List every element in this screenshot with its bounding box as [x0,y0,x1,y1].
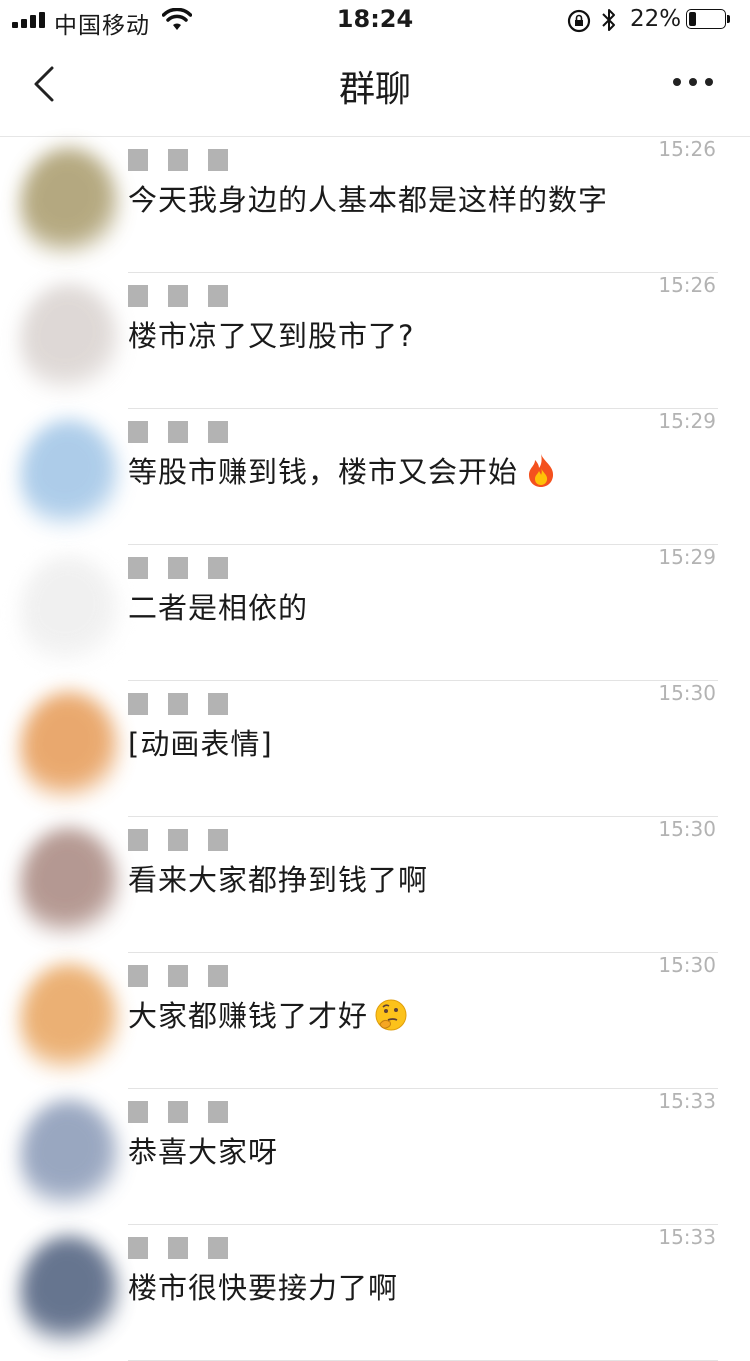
sender-name-redacted [128,149,248,175]
message-time: 15:26 [658,137,716,161]
avatar[interactable] [20,419,120,539]
message-time: 15:29 [658,409,716,433]
avatar[interactable] [20,555,120,675]
sender-name-redacted [128,1237,248,1263]
avatar[interactable] [20,963,120,1083]
avatar[interactable] [20,691,120,811]
message-row-2[interactable]: 15:26 楼市凉了又到股市了? [0,273,750,409]
sender-name-redacted [128,829,248,855]
message-time: 15:33 [658,1089,716,1113]
message-time: 15:30 [658,817,716,841]
message-list: 15:26 今天我身边的人基本都是这样的数字 15:26 楼市凉了又到股市了? … [0,137,750,1361]
message-text: [动画表情] [128,727,273,761]
message-text: 楼市很快要接力了啊 [128,1271,399,1305]
message-row-6[interactable]: 15:30 看来大家都挣到钱了啊 [0,817,750,953]
message-text: 等股市赚到钱，楼市又会开始 [128,449,558,495]
rotation-lock-icon [567,9,591,33]
bluetooth-icon [602,9,615,31]
navigation-bar: 群聊 [0,40,750,137]
status-bar: 中国移动 18:24 22% [0,0,750,40]
sender-name-redacted [128,285,248,311]
message-row-5[interactable]: 15:30 [动画表情] [0,681,750,817]
message-row-1[interactable]: 15:26 今天我身边的人基本都是这样的数字 [0,137,750,273]
message-row-9[interactable]: 15:33 楼市很快要接力了啊 [0,1225,750,1361]
avatar[interactable] [20,147,120,267]
sender-name-redacted [128,421,248,447]
message-text: 恭喜大家呀 [128,1135,279,1169]
more-options-button[interactable] [668,70,718,94]
message-row-7[interactable]: 15:30 大家都赚钱了才好 [0,953,750,1089]
message-text: 大家都赚钱了才好 [128,993,408,1039]
message-row-4[interactable]: 15:29 二者是相依的 [0,545,750,681]
message-time: 15:33 [658,1225,716,1249]
avatar[interactable] [20,1099,120,1219]
message-text: 楼市凉了又到股市了? [128,319,415,353]
message-text: 二者是相依的 [128,591,309,625]
battery-icon [686,9,730,31]
message-time: 15:26 [658,273,716,297]
battery-percentage: 22% [630,6,682,32]
sender-name-redacted [128,693,248,719]
sender-name-redacted [128,1101,248,1127]
avatar[interactable] [20,827,120,947]
message-time: 15:29 [658,545,716,569]
message-text: 看来大家都挣到钱了啊 [128,863,429,897]
page-title: 群聊 [338,69,411,110]
message-time: 15:30 [658,953,716,977]
avatar[interactable] [20,283,120,403]
message-row-3[interactable]: 15:29 等股市赚到钱，楼市又会开始 [0,409,750,545]
message-text: 今天我身边的人基本都是这样的数字 [128,183,609,217]
fire-emoji [524,452,558,495]
avatar[interactable] [20,1235,120,1355]
message-row-8[interactable]: 15:33 恭喜大家呀 [0,1089,750,1225]
sender-name-redacted [128,965,248,991]
thinking-face-emoji [374,998,408,1039]
message-time: 15:30 [658,681,716,705]
sender-name-redacted [128,557,248,583]
